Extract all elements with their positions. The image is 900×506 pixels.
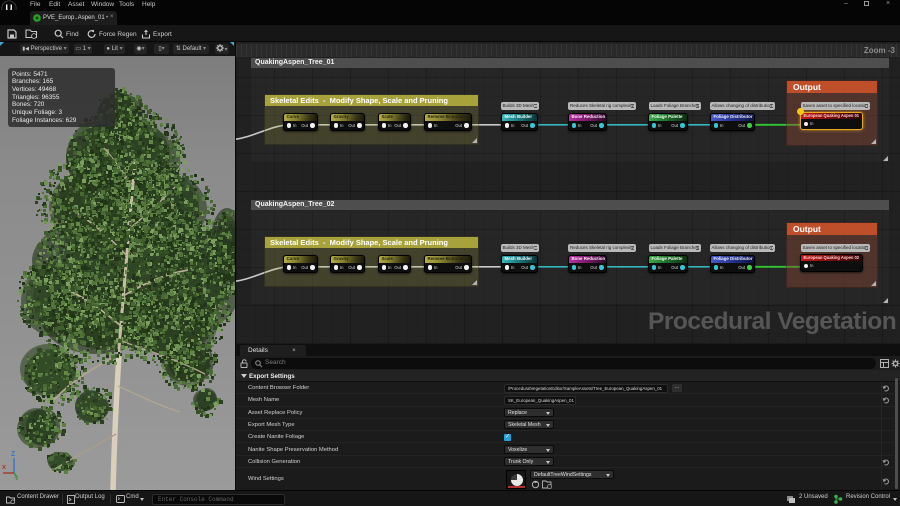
svg-text:y: y: [15, 476, 19, 480]
svg-text:x: x: [2, 464, 6, 471]
svg-text:Z: Z: [11, 451, 16, 458]
